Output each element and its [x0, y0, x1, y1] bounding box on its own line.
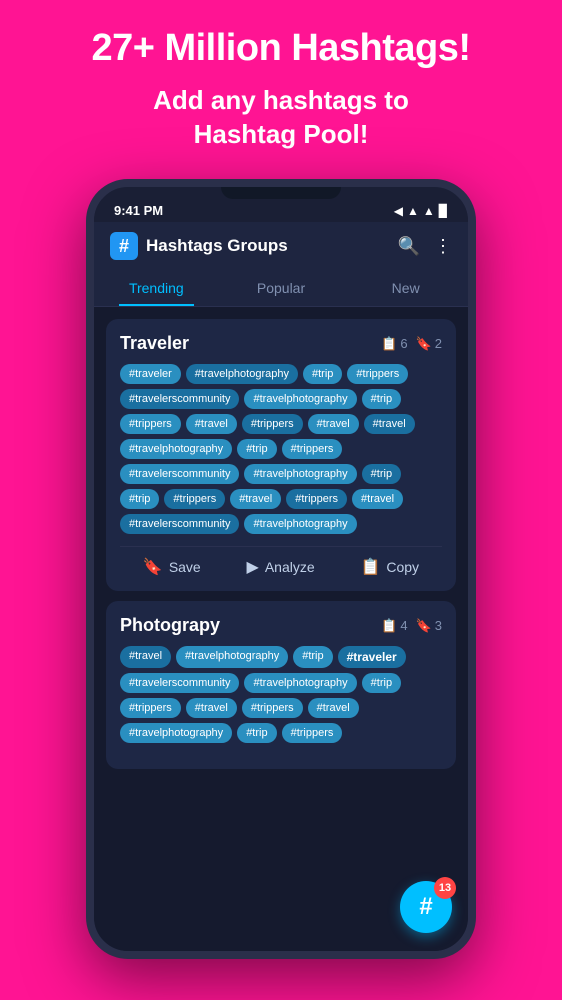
tab-popular[interactable]: Popular: [219, 270, 344, 306]
card-photography-title: Photograpy: [120, 615, 220, 636]
tabs-bar: Trending Popular New: [94, 270, 468, 307]
battery-icon: ▉: [439, 204, 448, 218]
tag[interactable]: #trippers: [242, 414, 303, 434]
mute-icon: ◀: [394, 204, 403, 218]
tag[interactable]: #trippers: [120, 414, 181, 434]
card-traveler-tags: #traveler #travelphotography #trip #trip…: [120, 364, 442, 534]
copy-label: Copy: [386, 559, 419, 575]
card-photography-stats: 📋 4 🔖 3: [381, 618, 442, 634]
tag[interactable]: #trip: [362, 673, 401, 693]
tag[interactable]: #travelphotography: [120, 439, 232, 459]
tag[interactable]: #trip: [120, 489, 159, 509]
tag[interactable]: #travelerscommunity: [120, 673, 239, 693]
search-icon[interactable]: 🔍: [398, 236, 420, 257]
card-traveler-stats: 📋 6 🔖 2: [381, 336, 442, 352]
status-icons: ◀ ▲ ▲ ▉: [394, 204, 448, 218]
analyze-button[interactable]: ▶ Analyze: [247, 557, 315, 577]
fab-hash-icon: #: [419, 893, 432, 921]
tag[interactable]: #travel: [186, 414, 237, 434]
app-title: Hashtags Groups: [146, 236, 288, 256]
tag[interactable]: #trip: [362, 464, 401, 484]
card-photography: Photograpy 📋 4 🔖 3 #travel #tr: [106, 601, 456, 769]
tag[interactable]: #travelerscommunity: [120, 464, 239, 484]
card-traveler: Traveler 📋 6 🔖 2 #traveler #tr: [106, 319, 456, 591]
analyze-label: Analyze: [265, 559, 315, 575]
tag[interactable]: #trippers: [164, 489, 225, 509]
tag[interactable]: #traveler: [120, 364, 181, 384]
card-photography-header: Photograpy 📋 4 🔖 3: [120, 615, 442, 636]
save-value: 2: [435, 336, 442, 351]
phone-mockup: 9:41 PM ◀ ▲ ▲ ▉ # Hashtags Groups 🔍 ⋮ Tr…: [86, 179, 476, 959]
tag[interactable]: #travel: [364, 414, 415, 434]
save-icon: 🔖: [416, 336, 432, 352]
app-logo: #: [110, 232, 138, 260]
copy-value-2: 4: [400, 618, 407, 633]
tag[interactable]: #trippers: [347, 364, 408, 384]
tag[interactable]: #trip: [362, 389, 401, 409]
tab-trending[interactable]: Trending: [94, 270, 219, 306]
tag[interactable]: #trippers: [242, 698, 303, 718]
hero-title: 27+ Million Hashtags!: [20, 28, 542, 70]
tag[interactable]: #traveler: [338, 646, 406, 668]
card-traveler-actions: 🔖 Save ▶ Analyze 📋 Copy: [120, 546, 442, 577]
tag[interactable]: #travelphotography: [244, 514, 356, 534]
tag[interactable]: #travel: [308, 414, 359, 434]
hero-subtitle: Add any hashtags toHashtag Pool!: [20, 84, 542, 152]
phone-wrapper: 9:41 PM ◀ ▲ ▲ ▉ # Hashtags Groups 🔍 ⋮ Tr…: [0, 179, 562, 959]
tag[interactable]: #travelphotography: [244, 464, 356, 484]
tag[interactable]: #trip: [237, 439, 276, 459]
app-header-right: 🔍 ⋮: [398, 236, 452, 257]
status-bar: 9:41 PM ◀ ▲ ▲ ▉: [94, 199, 468, 222]
analyze-icon: ▶: [247, 557, 259, 577]
tag[interactable]: #travelphotography: [120, 723, 232, 743]
phone-notch: [221, 187, 341, 199]
save-action-icon: 🔖: [143, 557, 163, 577]
tab-new[interactable]: New: [343, 270, 468, 306]
copy-button[interactable]: 📋 Copy: [360, 557, 419, 577]
tag[interactable]: #travelphotography: [186, 364, 298, 384]
tag[interactable]: #travel: [186, 698, 237, 718]
signal-icon: ▲: [423, 204, 435, 218]
copy-action-icon: 📋: [360, 557, 380, 577]
card-traveler-header: Traveler 📋 6 🔖 2: [120, 333, 442, 354]
content-area: Traveler 📋 6 🔖 2 #traveler #tr: [94, 307, 468, 959]
tag[interactable]: #travel: [230, 489, 281, 509]
save-value-2: 3: [435, 618, 442, 633]
tag[interactable]: #travel: [308, 698, 359, 718]
tag[interactable]: #travel: [352, 489, 403, 509]
app-header: # Hashtags Groups 🔍 ⋮: [94, 222, 468, 270]
tag[interactable]: #trippers: [282, 723, 343, 743]
tag[interactable]: #travelerscommunity: [120, 389, 239, 409]
tag[interactable]: #trippers: [286, 489, 347, 509]
wifi-icon: ▲: [407, 204, 419, 218]
tag[interactable]: #travelphotography: [244, 389, 356, 409]
hero-section: 27+ Million Hashtags! Add any hashtags t…: [0, 0, 562, 161]
tag[interactable]: #travelphotography: [244, 673, 356, 693]
save-button[interactable]: 🔖 Save: [143, 557, 201, 577]
card-traveler-title: Traveler: [120, 333, 189, 354]
status-time: 9:41 PM: [114, 203, 163, 218]
fab-button[interactable]: # 13: [400, 881, 452, 933]
tag[interactable]: #travelphotography: [176, 646, 288, 668]
stat-copy-count: 📋 6: [381, 336, 407, 352]
tag[interactable]: #trip: [237, 723, 276, 743]
copy-icon-2: 📋: [381, 618, 397, 634]
tag[interactable]: #travelerscommunity: [120, 514, 239, 534]
copy-value: 6: [400, 336, 407, 351]
app-header-left: # Hashtags Groups: [110, 232, 288, 260]
tag[interactable]: #trippers: [120, 698, 181, 718]
tag[interactable]: #trip: [293, 646, 332, 668]
tag[interactable]: #trippers: [282, 439, 343, 459]
save-label: Save: [169, 559, 201, 575]
tag[interactable]: #trip: [303, 364, 342, 384]
stat-save-count: 🔖 2: [416, 336, 442, 352]
tag[interactable]: #travel: [120, 646, 171, 668]
copy-icon: 📋: [381, 336, 397, 352]
stat-save-count-2: 🔖 3: [416, 618, 442, 634]
stat-copy-count-2: 📋 4: [381, 618, 407, 634]
card-photography-tags: #travel #travelphotography #trip #travel…: [120, 646, 442, 743]
menu-icon[interactable]: ⋮: [434, 236, 452, 257]
save-icon-2: 🔖: [416, 618, 432, 634]
